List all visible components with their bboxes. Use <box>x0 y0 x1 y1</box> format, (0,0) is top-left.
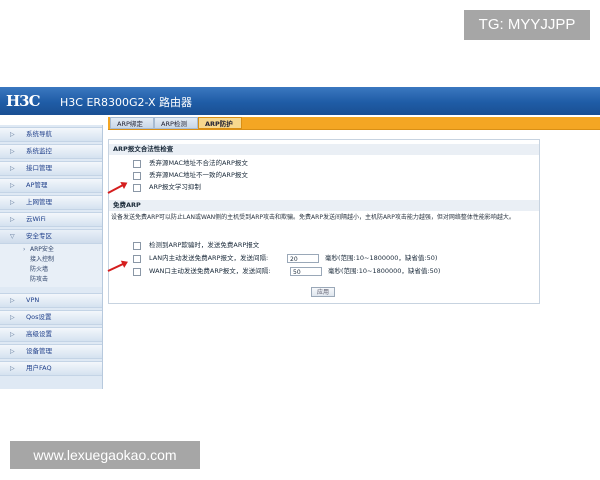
sidebar-item-vpn[interactable]: ▷ VPN <box>0 293 102 308</box>
submenu-access-control[interactable]: 接入控制 <box>0 255 102 265</box>
page-title: H3C ER8300G2-X 路由器 <box>60 96 193 109</box>
chevron-right-icon: ▷ <box>10 182 15 189</box>
router-admin-window: H3C H3C ER8300G2-X 路由器 ▷ 系统导航 ▷ 系统监控 ▷ 接口管理… <box>0 87 600 389</box>
free-arp-title: 免费ARP <box>109 200 539 211</box>
sidebar-item-system-monitor[interactable]: ▷ 系统监控 <box>0 144 102 159</box>
drop-invalid-mac-checkbox[interactable] <box>133 160 141 168</box>
sidebar-item-internet[interactable]: ▷ 上网管理 <box>0 195 102 210</box>
free-arp-description: 设备发送免费ARP可以防止LAN或WAN侧的主机受到ARP攻击和欺骗。免费ARP… <box>111 214 515 221</box>
chevron-right-icon: ▷ <box>10 348 15 355</box>
apply-button[interactable]: 应用 <box>311 287 335 297</box>
security-submenu: › ARP安全 接入控制 防火墙 防攻击 <box>0 244 102 287</box>
sidebar-item-faq[interactable]: ▷ 用户FAQ <box>0 361 102 376</box>
sidebar-item-security[interactable]: ▽ 安全专区 <box>0 229 102 244</box>
tab-arp-detection[interactable]: ARP检测 <box>154 117 198 129</box>
tab-arp-protection[interactable]: ARP防护 <box>198 117 242 129</box>
header-bar: H3C H3C ER8300G2-X 路由器 <box>0 87 600 115</box>
lan-send-checkbox[interactable] <box>133 255 141 263</box>
sidebar-item-cloud-wifi[interactable]: ▷ 云WiFi <box>0 212 102 227</box>
lan-interval-input[interactable]: 20 <box>287 254 319 263</box>
sidebar-item-advanced[interactable]: ▷ 高级设置 <box>0 327 102 342</box>
lan-interval-hint: 毫秒(范围:10~1800000，缺省值:50) <box>325 254 438 262</box>
chevron-right-icon: ▷ <box>10 165 15 172</box>
sidebar-item-interface[interactable]: ▷ 接口管理 <box>0 161 102 176</box>
submenu-anti-attack[interactable]: 防攻击 <box>0 275 102 285</box>
sidebar-item-qos[interactable]: ▷ Qos设置 <box>0 310 102 325</box>
legality-check-title: ARP报文合法性检查 <box>109 144 539 155</box>
tab-arp-binding[interactable]: ARP绑定 <box>110 117 154 129</box>
watermark-bottom: www.lexuegaokao.com <box>10 441 200 469</box>
h3c-logo: H3C <box>6 92 41 110</box>
arp-protection-panel: ARP报文合法性检查 丢弃源MAC地址不合法的ARP报文 丢弃源MAC地址不一致… <box>108 139 540 304</box>
sidebar-item-ap[interactable]: ▷ AP管理 <box>0 178 102 193</box>
wan-interval-input[interactable]: 50 <box>290 267 322 276</box>
tab-bar: ARP绑定 ARP检测 ARP防护 <box>108 117 600 130</box>
sidebar: ▷ 系统导航 ▷ 系统监控 ▷ 接口管理 ▷ AP管理 ▷ 上网管理 ▷ 云WiFi ▽ 安全… <box>0 125 103 389</box>
submenu-arp-security[interactable]: › ARP安全 <box>0 245 102 255</box>
wan-interval-hint: 毫秒(范围:10~1800000，缺省值:50) <box>328 267 441 275</box>
chevron-right-icon: ▷ <box>10 297 15 304</box>
sidebar-item-device[interactable]: ▷ 设备管理 <box>0 344 102 359</box>
drop-inconsistent-mac-checkbox[interactable] <box>133 172 141 180</box>
wan-send-checkbox[interactable] <box>133 268 141 276</box>
chevron-right-icon: ▷ <box>10 314 15 321</box>
chevron-right-icon: ▷ <box>10 148 15 155</box>
chevron-right-icon: ▷ <box>10 216 15 223</box>
send-on-spoof-checkbox[interactable] <box>133 242 141 250</box>
chevron-down-icon: ▽ <box>10 233 15 240</box>
submenu-firewall[interactable]: 防火墙 <box>0 265 102 275</box>
arp-learning-suppress-checkbox[interactable] <box>133 184 141 192</box>
chevron-right-icon: ▷ <box>10 331 15 338</box>
chevron-right-icon: ▷ <box>10 131 15 138</box>
chevron-right-icon: ▷ <box>10 199 15 206</box>
chevron-right-icon: ▷ <box>10 365 15 372</box>
watermark-top: TG: MYYJJPP <box>464 10 590 40</box>
chevron-right-icon: › <box>23 246 26 253</box>
sidebar-item-system-nav[interactable]: ▷ 系统导航 <box>0 127 102 142</box>
